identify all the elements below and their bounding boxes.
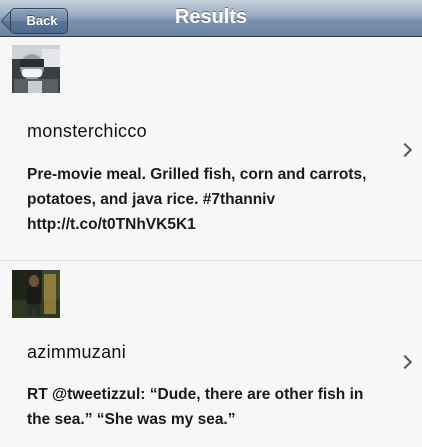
chevron-right-icon bbox=[397, 354, 413, 370]
user-photo-icon bbox=[12, 45, 60, 93]
list-item[interactable]: azimmuzani RT @tweetizzul: “Dude, there … bbox=[0, 261, 422, 447]
tweet-text: Pre-movie meal. Grilled fish, corn and c… bbox=[27, 166, 367, 233]
navigation-bar: Back Results bbox=[0, 0, 422, 37]
username: azimmuzani bbox=[27, 342, 127, 362]
username: monsterchicco bbox=[27, 121, 147, 141]
avatar bbox=[12, 45, 60, 93]
list-item[interactable]: monsterchicco Pre-movie meal. Grilled fi… bbox=[0, 37, 422, 261]
results-list: monsterchicco Pre-movie meal. Grilled fi… bbox=[0, 37, 422, 447]
user-photo-icon bbox=[12, 270, 60, 318]
tweet-text: RT @tweetizzul: “Dude, there are other f… bbox=[27, 386, 364, 428]
avatar bbox=[12, 270, 60, 318]
back-button[interactable]: Back bbox=[10, 8, 68, 34]
chevron-right-icon bbox=[397, 142, 413, 158]
